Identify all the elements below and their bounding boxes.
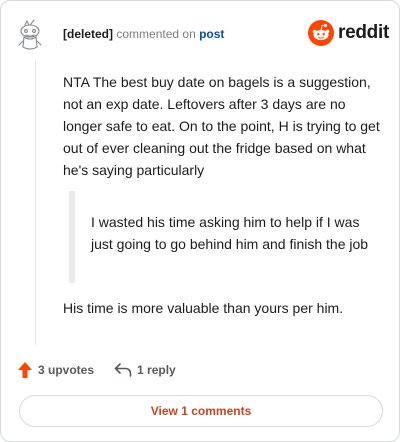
thread-line — [35, 59, 36, 345]
author-name[interactable]: [deleted] — [63, 27, 113, 41]
comment-body: NTA The best buy date on bagels is a sug… — [63, 71, 383, 181]
comment-card: [deleted] commented on post reddit NTA T… — [0, 0, 400, 442]
view-comments-button[interactable]: View 1 comments — [19, 395, 383, 427]
comment-paragraph: His time is more valuable than yours per… — [63, 300, 344, 316]
reddit-logo-icon — [308, 20, 334, 46]
reddit-wordmark: reddit — [338, 22, 389, 43]
comment-header: [deleted] commented on post — [63, 27, 224, 41]
upvote-count: 3 upvotes — [38, 363, 95, 377]
commented-on-text: commented on — [116, 27, 196, 41]
reply-arrow-icon — [114, 363, 132, 377]
upvote-arrow-icon — [18, 362, 32, 378]
upvote-button[interactable]: 3 upvotes — [17, 361, 94, 379]
reddit-brand[interactable]: reddit — [308, 20, 389, 46]
reply-button[interactable]: 1 reply — [114, 363, 176, 377]
comment-actions: 3 upvotes 1 reply — [17, 359, 176, 381]
post-link[interactable]: post — [199, 27, 224, 41]
blockquote-text: I wasted his time asking him to help if … — [91, 214, 369, 252]
deleted-user-avatar-icon — [18, 19, 42, 50]
blockquote-bar — [69, 191, 75, 283]
reply-count: 1 reply — [137, 363, 176, 377]
comment-paragraph: NTA The best buy date on bagels is a sug… — [63, 74, 380, 178]
